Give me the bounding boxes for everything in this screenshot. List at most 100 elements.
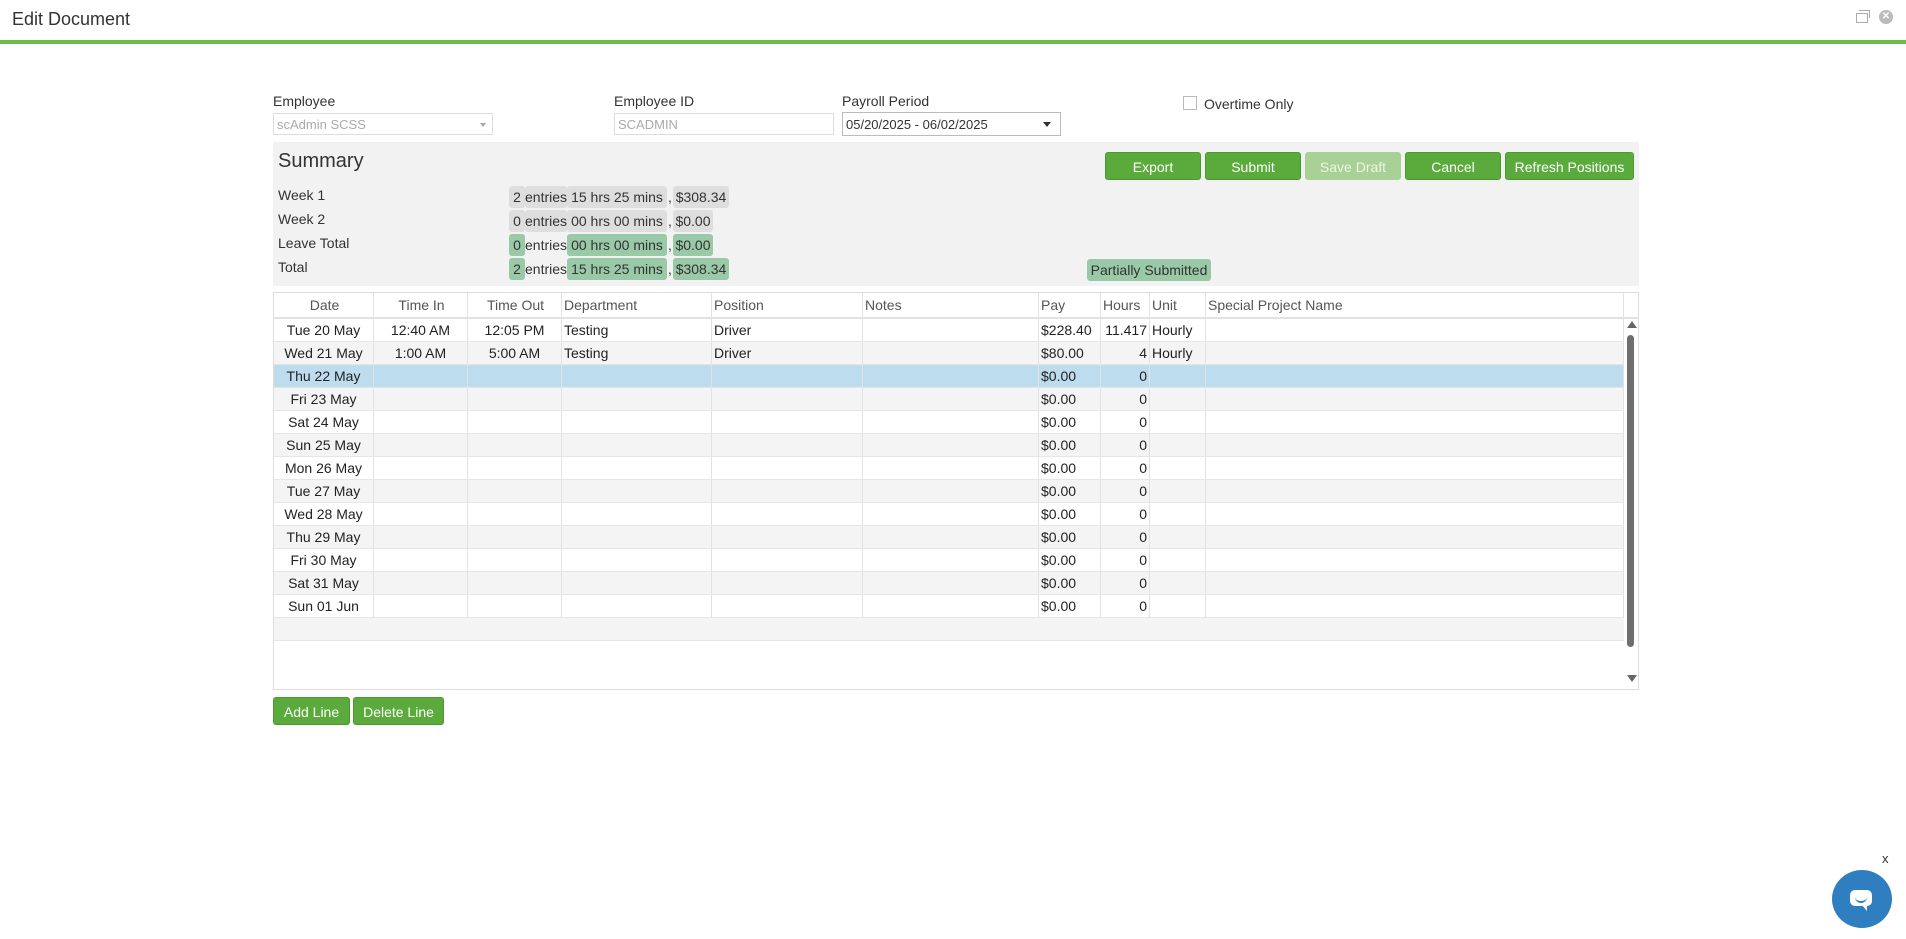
- hours-cell[interactable]: 0: [1101, 595, 1150, 617]
- special-project-cell[interactable]: [1206, 365, 1624, 387]
- pay-cell[interactable]: $0.00: [1039, 549, 1101, 571]
- payroll-period-select[interactable]: 05/20/2025 - 06/02/2025: [842, 112, 1061, 136]
- employee-select[interactable]: scAdmin SCSS: [273, 113, 493, 135]
- department-cell[interactable]: [562, 365, 712, 387]
- employee-id-field[interactable]: SCADMIN: [614, 113, 834, 135]
- time-in-cell[interactable]: 1:00 AM: [374, 342, 468, 364]
- hours-cell[interactable]: 11.417: [1101, 319, 1150, 341]
- time-in-cell[interactable]: [374, 480, 468, 502]
- position-cell[interactable]: [712, 434, 863, 456]
- table-row[interactable]: Thu 22 May $0.00 0: [274, 365, 1624, 388]
- date-cell[interactable]: Thu 22 May: [274, 365, 374, 387]
- special-project-cell[interactable]: [1206, 434, 1624, 456]
- time-out-cell[interactable]: [468, 549, 562, 571]
- date-cell[interactable]: Wed 21 May: [274, 342, 374, 364]
- department-cell[interactable]: [562, 595, 712, 617]
- refresh-positions-button[interactable]: Refresh Positions: [1505, 152, 1634, 180]
- date-cell[interactable]: Fri 30 May: [274, 549, 374, 571]
- time-out-cell[interactable]: [468, 503, 562, 525]
- unit-cell[interactable]: [1150, 480, 1206, 502]
- department-cell[interactable]: [562, 457, 712, 479]
- table-row[interactable]: Fri 23 May $0.00 0: [274, 388, 1624, 411]
- notes-cell[interactable]: [863, 549, 1039, 571]
- time-in-cell[interactable]: [374, 526, 468, 548]
- column-header-time-out[interactable]: Time Out: [468, 293, 562, 317]
- unit-cell[interactable]: [1150, 526, 1206, 548]
- position-cell[interactable]: [712, 411, 863, 433]
- notes-cell[interactable]: [863, 595, 1039, 617]
- column-header-pay[interactable]: Pay: [1039, 293, 1101, 317]
- table-row[interactable]: Sat 24 May $0.00 0: [274, 411, 1624, 434]
- hours-cell[interactable]: 0: [1101, 434, 1150, 456]
- notes-cell[interactable]: [863, 342, 1039, 364]
- chat-launcher-button[interactable]: [1832, 870, 1892, 928]
- date-cell[interactable]: Sun 25 May: [274, 434, 374, 456]
- notes-cell[interactable]: [863, 457, 1039, 479]
- notes-cell[interactable]: [863, 319, 1039, 341]
- time-in-cell[interactable]: [374, 411, 468, 433]
- notes-cell[interactable]: [863, 434, 1039, 456]
- save-draft-button[interactable]: Save Draft: [1305, 152, 1401, 180]
- column-header-time-in[interactable]: Time In: [374, 293, 468, 317]
- table-row[interactable]: Wed 28 May $0.00 0: [274, 503, 1624, 526]
- special-project-cell[interactable]: [1206, 526, 1624, 548]
- unit-cell[interactable]: [1150, 595, 1206, 617]
- hours-cell[interactable]: 0: [1101, 503, 1150, 525]
- position-cell[interactable]: [712, 549, 863, 571]
- notes-cell[interactable]: [863, 365, 1039, 387]
- special-project-cell[interactable]: [1206, 480, 1624, 502]
- date-cell[interactable]: Sat 24 May: [274, 411, 374, 433]
- close-window-icon[interactable]: ✕: [1879, 10, 1893, 24]
- notes-cell[interactable]: [863, 411, 1039, 433]
- time-out-cell[interactable]: 5:00 AM: [468, 342, 562, 364]
- table-row[interactable]: Sun 01 Jun $0.00 0: [274, 595, 1624, 618]
- column-header-unit[interactable]: Unit: [1150, 293, 1206, 317]
- column-header-notes[interactable]: Notes: [863, 293, 1039, 317]
- unit-cell[interactable]: [1150, 365, 1206, 387]
- table-row[interactable]: Fri 30 May $0.00 0: [274, 549, 1624, 572]
- unit-cell[interactable]: [1150, 549, 1206, 571]
- time-in-cell[interactable]: [374, 503, 468, 525]
- date-cell[interactable]: Sat 31 May: [274, 572, 374, 594]
- pay-cell[interactable]: $0.00: [1039, 457, 1101, 479]
- special-project-cell[interactable]: [1206, 549, 1624, 571]
- time-out-cell[interactable]: [468, 411, 562, 433]
- pay-cell[interactable]: $0.00: [1039, 388, 1101, 410]
- unit-cell[interactable]: [1150, 434, 1206, 456]
- special-project-cell[interactable]: [1206, 595, 1624, 617]
- add-line-button[interactable]: Add Line: [273, 697, 350, 725]
- unit-cell[interactable]: Hourly: [1150, 342, 1206, 364]
- cancel-button[interactable]: Cancel: [1405, 152, 1501, 180]
- notes-cell[interactable]: [863, 572, 1039, 594]
- time-in-cell[interactable]: [374, 572, 468, 594]
- scroll-up-arrow-icon[interactable]: [1627, 321, 1637, 328]
- unit-cell[interactable]: [1150, 457, 1206, 479]
- scroll-thumb[interactable]: [1627, 335, 1634, 647]
- time-in-cell[interactable]: [374, 595, 468, 617]
- special-project-cell[interactable]: [1206, 411, 1624, 433]
- hours-cell[interactable]: 0: [1101, 411, 1150, 433]
- position-cell[interactable]: [712, 457, 863, 479]
- time-out-cell[interactable]: [468, 457, 562, 479]
- table-row[interactable]: Tue 27 May $0.00 0: [274, 480, 1624, 503]
- unit-cell[interactable]: [1150, 503, 1206, 525]
- pay-cell[interactable]: $0.00: [1039, 595, 1101, 617]
- table-row[interactable]: Sun 25 May $0.00 0: [274, 434, 1624, 457]
- hours-cell[interactable]: 0: [1101, 572, 1150, 594]
- department-cell[interactable]: [562, 480, 712, 502]
- unit-cell[interactable]: Hourly: [1150, 319, 1206, 341]
- restore-window-icon[interactable]: [1855, 10, 1870, 24]
- department-cell[interactable]: [562, 549, 712, 571]
- unit-cell[interactable]: [1150, 572, 1206, 594]
- time-out-cell[interactable]: [468, 480, 562, 502]
- time-in-cell[interactable]: 12:40 AM: [374, 319, 468, 341]
- date-cell[interactable]: Mon 26 May: [274, 457, 374, 479]
- time-in-cell[interactable]: [374, 457, 468, 479]
- column-header-special[interactable]: Special Project Name: [1206, 293, 1624, 317]
- time-in-cell[interactable]: [374, 388, 468, 410]
- position-cell[interactable]: Driver: [712, 342, 863, 364]
- pay-cell[interactable]: $0.00: [1039, 503, 1101, 525]
- column-header-hours[interactable]: Hours: [1101, 293, 1150, 317]
- special-project-cell[interactable]: [1206, 457, 1624, 479]
- time-in-cell[interactable]: [374, 549, 468, 571]
